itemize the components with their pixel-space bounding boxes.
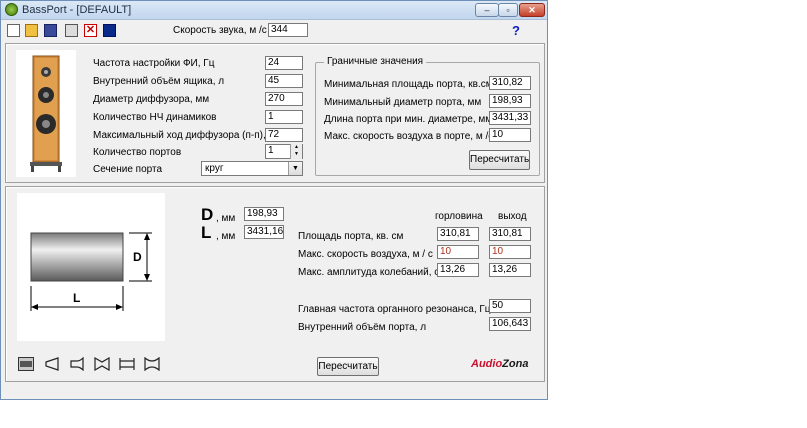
sound-speed-label: Скорость звука, м /с (173, 25, 267, 36)
diagram-l-letter: L (73, 291, 81, 305)
brand-part-audio: Audio (471, 358, 503, 370)
cylinder-port-icon[interactable] (18, 357, 34, 371)
chevron-down-icon[interactable]: ▼ (288, 162, 302, 175)
printer-icon[interactable] (65, 24, 78, 37)
woofer-count-input[interactable]: 1 (265, 110, 303, 124)
port-section-select[interactable]: круг ▼ (201, 161, 303, 176)
double-flare-port-icon[interactable] (119, 357, 135, 371)
port-length-value: 3431,33 (489, 111, 531, 125)
limit-label: Длина порта при мин. диаметре, мм (324, 114, 493, 125)
close-button[interactable]: ✕ (519, 3, 545, 17)
limit-label: Минимальная площадь порта, кв.см. (324, 79, 496, 90)
title-bar[interactable]: BassPort - [DEFAULT] – ▫ ✕ (1, 1, 547, 20)
min-port-diameter-value: 198,93 (489, 94, 531, 108)
port-volume-label: Внутренний объём порта, л (298, 322, 427, 333)
max-excursion-input[interactable]: 72 (265, 128, 303, 142)
param-label: Внутренний объём ящика, л (93, 76, 225, 87)
exit-amplitude-value: 13,26 (489, 263, 531, 277)
brand-part-zona: Zona (502, 358, 529, 370)
tuning-frequency-input[interactable]: 24 (265, 56, 303, 70)
toolbar: ✕ Скорость звука, м /с 344 (1, 20, 547, 42)
double-cone-port-icon[interactable] (94, 356, 110, 372)
port-section-value: круг (205, 163, 224, 174)
cone-port-icon[interactable] (44, 357, 60, 371)
param-label: Максимальный ход диффузора (п-п), мм (93, 130, 283, 141)
result-label: Макс. скорость воздуха, м / с (298, 249, 433, 260)
minimize-button[interactable]: – (475, 3, 499, 17)
limit-label: Минимальный диаметр порта, мм (324, 97, 482, 108)
limits-group-title: Граничные значения (324, 56, 427, 67)
main-window: BassPort - [DEFAULT] – ▫ ✕ ✕ Скорость зв… (0, 0, 548, 400)
open-folder-icon[interactable] (25, 24, 38, 37)
recalculate-results-button[interactable]: Пересчитать (317, 357, 379, 376)
throat-amplitude-value: 13,26 (437, 263, 479, 277)
exit-speed-value: 10 (489, 245, 531, 259)
result-d-unit: , мм (216, 213, 236, 224)
hourglass-port-icon[interactable] (144, 356, 160, 372)
result-l-unit: , мм (216, 231, 236, 242)
param-label: Диаметр диффузора, мм (93, 94, 210, 105)
port-count-stepper[interactable]: ▲ ▼ (290, 144, 302, 159)
spin-down-icon[interactable]: ▼ (291, 151, 302, 158)
throat-speed-value: 10 (437, 245, 479, 259)
resonance-value: 50 (489, 299, 531, 313)
save-disk-icon[interactable] (44, 24, 57, 37)
column-throat-header: горловина (435, 211, 483, 222)
port-diagram: D L (17, 193, 165, 341)
port-volume-value: 106,643 (489, 317, 531, 331)
diagram-d-letter: D (133, 250, 142, 264)
limit-label: Макс. скорость воздуха в порте, м /с (324, 131, 494, 142)
param-label: Количество НЧ динамиков (93, 112, 217, 123)
restore-button[interactable]: ▫ (498, 3, 518, 17)
param-label: Количество портов (93, 147, 182, 158)
result-d-letter: D (201, 205, 214, 224)
result-length-value: 3431,16 (244, 225, 284, 239)
window-icon[interactable] (103, 24, 116, 37)
column-exit-header: выход (498, 211, 527, 222)
param-label: Частота настройки ФИ, Гц (93, 58, 215, 69)
new-file-icon[interactable] (7, 24, 20, 37)
delete-icon[interactable]: ✕ (84, 24, 97, 37)
recalculate-limits-button[interactable]: Пересчитать (469, 150, 530, 170)
result-label: Площадь порта, кв. см (298, 231, 404, 242)
result-diameter-value: 198,93 (244, 207, 284, 221)
audiozona-logo: AudioZona (471, 358, 528, 370)
exit-area-value: 310,81 (489, 227, 531, 241)
app-icon (5, 3, 18, 16)
min-port-area-value: 310,82 (489, 76, 531, 90)
port-section-label: Сечение порта (93, 164, 163, 175)
help-icon[interactable]: ? (512, 23, 520, 38)
window-title: BassPort - [DEFAULT] (22, 4, 132, 16)
box-volume-input[interactable]: 45 (265, 74, 303, 88)
flared-port-icon[interactable] (69, 356, 85, 372)
result-l-letter: L (201, 223, 212, 242)
result-label: Макс. амплитуда колебаний, см (298, 267, 447, 278)
max-air-speed-input[interactable]: 10 (489, 128, 531, 142)
speaker-image (16, 50, 76, 177)
sound-speed-input[interactable]: 344 (268, 23, 308, 37)
throat-area-value: 310,81 (437, 227, 479, 241)
cone-diameter-input[interactable]: 270 (265, 92, 303, 106)
resonance-label: Главная частота органного резонанса, Гц (298, 304, 491, 315)
spin-up-icon[interactable]: ▲ (291, 144, 302, 151)
